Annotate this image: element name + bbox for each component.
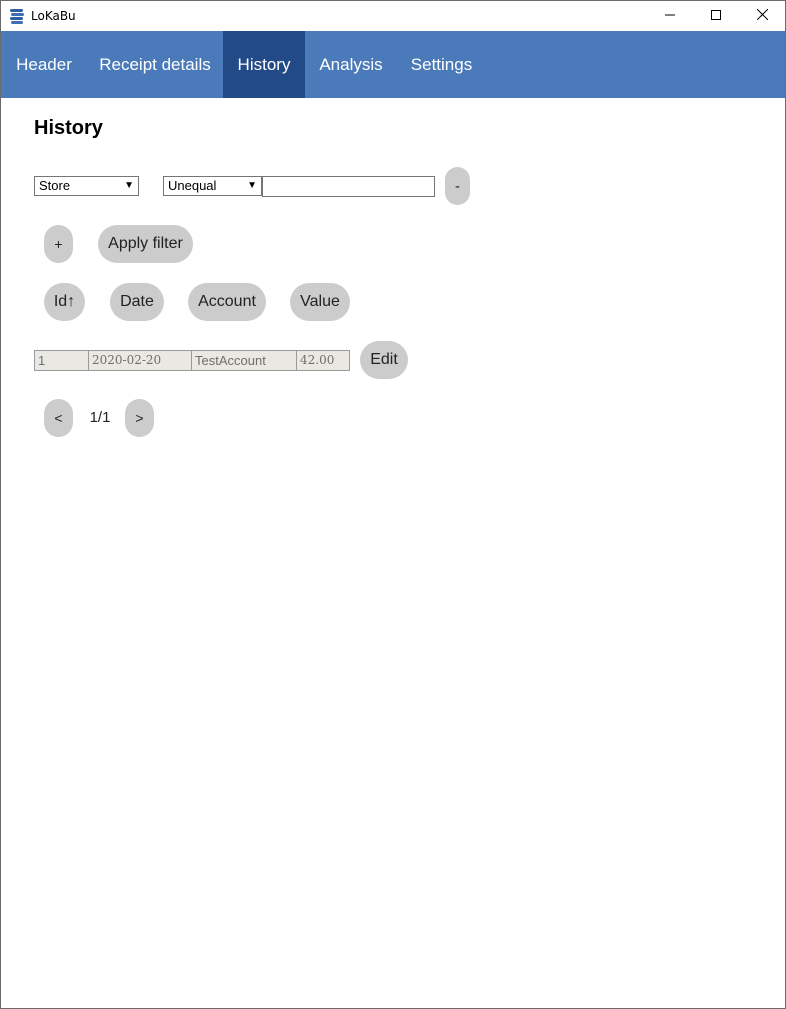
dropdown-arrow-icon: ▼ (124, 180, 134, 191)
sort-account-button[interactable]: Account (188, 283, 266, 321)
page-title: History (34, 117, 103, 139)
tab-label: Header (16, 54, 72, 74)
maximize-icon (711, 7, 721, 25)
row-value-field: 42.00 (296, 350, 350, 371)
tab-analysis[interactable]: Analysis (305, 31, 397, 98)
filter-field-select[interactable]: Store ▼ (34, 176, 139, 196)
maximize-button[interactable] (693, 1, 739, 31)
tab-history[interactable]: History (223, 31, 305, 98)
next-page-button[interactable]: > (125, 399, 154, 437)
tab-label: Settings (410, 54, 473, 74)
sort-date-button[interactable]: Date (110, 283, 164, 321)
close-button[interactable] (739, 1, 785, 31)
remove-filter-button[interactable]: - (445, 167, 470, 205)
sort-id-button[interactable]: Id↑ (44, 283, 85, 321)
edit-row-button[interactable]: Edit (360, 341, 408, 379)
tab-receipt-details[interactable]: Receipt details (87, 31, 223, 98)
row-account-field: TestAccount (191, 350, 297, 371)
title-bar[interactable]: LoKaBu (1, 1, 785, 31)
tab-label: Analysis (319, 54, 383, 74)
tab-settings[interactable]: Settings (397, 31, 486, 98)
sort-value-button[interactable]: Value (290, 283, 350, 321)
add-filter-button[interactable]: + (44, 225, 73, 263)
stacked-coins-icon (9, 8, 25, 24)
row-id-field: 1 (34, 350, 89, 371)
tab-label: Receipt details (99, 54, 211, 74)
select-value: Store (39, 178, 71, 193)
tab-label: History (237, 54, 291, 74)
close-icon (756, 7, 768, 25)
window-title: LoKaBu (31, 9, 76, 23)
row-date-field: 2020-02-20 (88, 350, 192, 371)
minimize-icon (665, 7, 675, 25)
app-window: LoKaBu Header Receipt details History An… (0, 0, 786, 1009)
tab-header[interactable]: Header (1, 31, 87, 98)
page-indicator: 1/1 (89, 409, 111, 426)
prev-page-button[interactable]: < (44, 399, 73, 437)
apply-filter-button[interactable]: Apply filter (98, 225, 193, 263)
filter-value-input[interactable] (262, 176, 435, 197)
minimize-button[interactable] (647, 1, 693, 31)
filter-operator-select[interactable]: Unequal ▼ (163, 176, 262, 196)
select-value: Unequal (168, 178, 217, 193)
nav-bar: Header Receipt details History Analysis … (1, 31, 785, 98)
dropdown-arrow-icon: ▼ (247, 180, 257, 191)
